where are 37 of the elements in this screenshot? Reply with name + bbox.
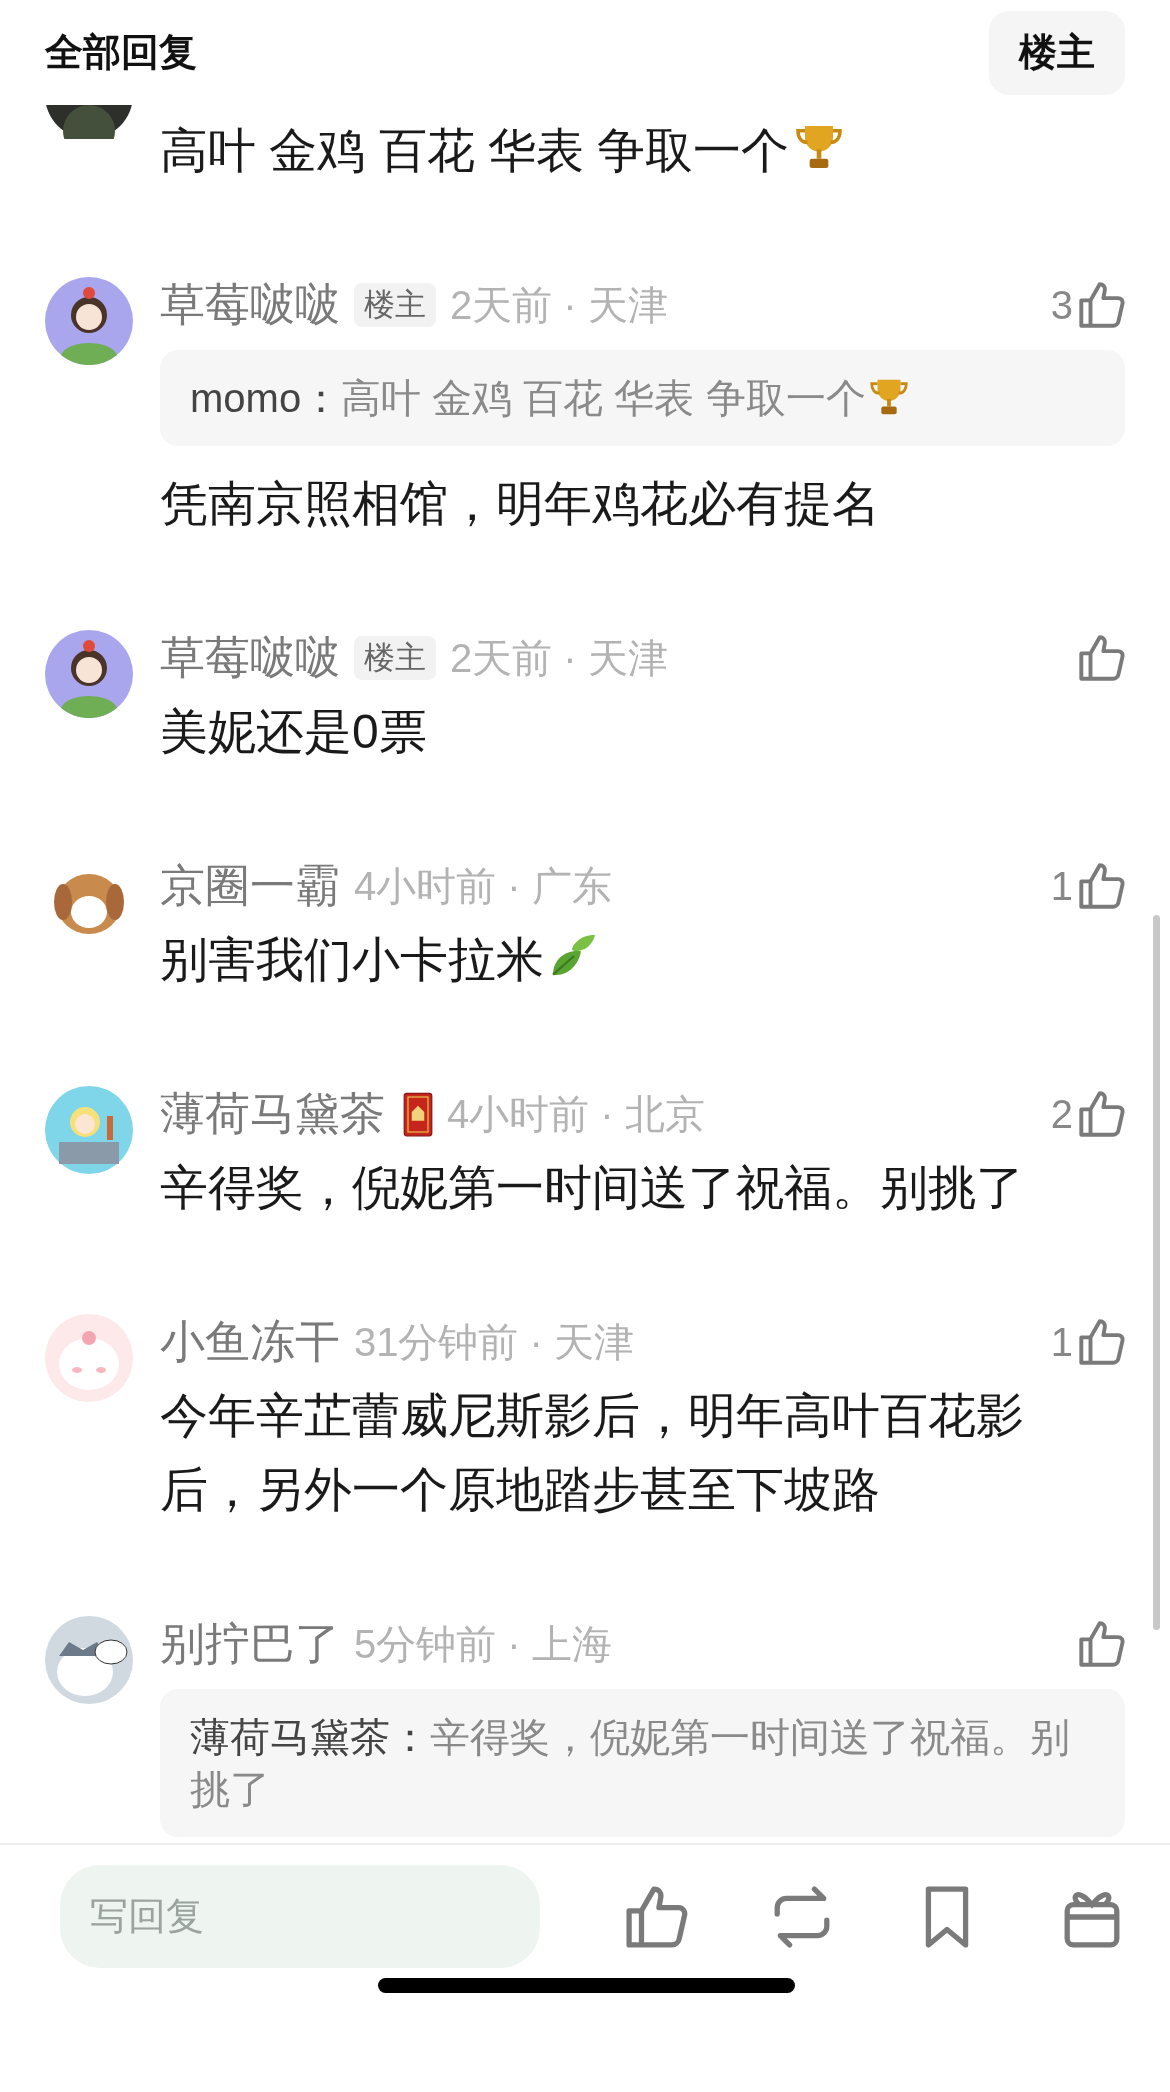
comment-meta: 4小时前 · 广东: [354, 863, 612, 910]
quoted-comment: momo：高叶 金鸡 百花 华表 争取一个: [160, 350, 1125, 446]
user-name[interactable]: 小鱼冻干: [160, 1314, 340, 1370]
comment-text: 今年辛芷蕾威尼斯影后，明年高叶百花影后，另外一个原地踏步甚至下坡路: [160, 1389, 1024, 1516]
like-count: 3: [1050, 282, 1073, 329]
thumbs-up-icon[interactable]: [1079, 1621, 1125, 1667]
comment-meta: 31分钟前 · 天津: [354, 1319, 635, 1366]
scrollbar[interactable]: [1153, 915, 1160, 1630]
comment-meta: 5分钟前 · 上海: [354, 1621, 612, 1668]
thumbs-up-icon[interactable]: [1079, 863, 1125, 909]
filter-button[interactable]: 楼主: [989, 10, 1125, 95]
comment-text: 别害我们小卡拉米: [160, 933, 544, 986]
comment-text: 高叶 金鸡 百花 华表 争取一个: [160, 124, 790, 177]
comment-meta: 2天前 · 天津: [450, 282, 668, 329]
user-name[interactable]: 草莓啵啵: [160, 630, 340, 686]
comment-text: 辛得奖，倪妮第一时间送了祝福。别挑了: [160, 1161, 1024, 1214]
like-count: 2: [1050, 1091, 1073, 1138]
author-tag: 楼主: [354, 636, 436, 680]
like-count: 1: [1050, 863, 1073, 910]
comment-meta: 2天前 · 天津: [450, 635, 668, 682]
user-name[interactable]: 京圈一霸: [160, 858, 340, 914]
page-title: 全部回复: [45, 30, 197, 75]
author-tag: 楼主: [354, 283, 436, 327]
thumbs-up-icon[interactable]: [1079, 1091, 1125, 1137]
thumbs-up-icon[interactable]: [1079, 282, 1125, 328]
reply-input[interactable]: 写回复: [60, 1865, 540, 1968]
like-count: 1: [1050, 1319, 1073, 1366]
comment-text: 美妮还是0票: [160, 705, 427, 758]
thumbs-up-icon[interactable]: [1079, 635, 1125, 681]
quoted-comment: 薄荷马黛茶：辛得奖，倪妮第一时间送了祝福。别挑了: [160, 1689, 1125, 1837]
thumbs-up-icon[interactable]: [1079, 1319, 1125, 1365]
comment-meta: 4小时前 · 北京: [447, 1091, 705, 1138]
user-name[interactable]: 草莓啵啵: [160, 277, 340, 333]
comment-text: 凭南京照相馆，明年鸡花必有提名: [160, 477, 880, 530]
user-name[interactable]: 薄荷马黛茶: [160, 1086, 385, 1142]
user-name[interactable]: 别拧巴了: [160, 1616, 340, 1672]
thumbs-up-icon[interactable]: [626, 1885, 688, 1948]
